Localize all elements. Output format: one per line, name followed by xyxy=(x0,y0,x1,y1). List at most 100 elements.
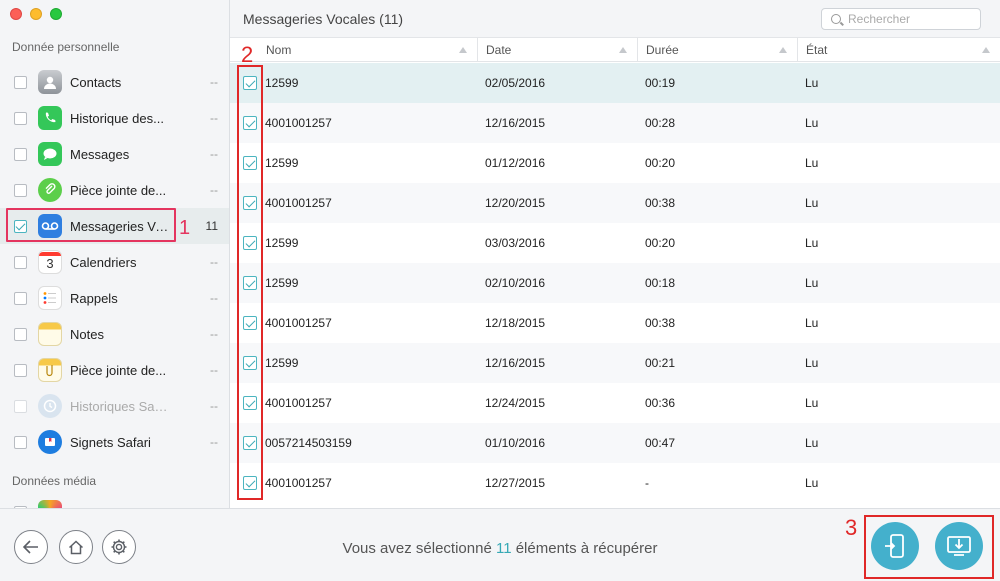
sidebar-item-label: Pièce jointe de... xyxy=(70,182,167,198)
cell-date: 12/18/2015 xyxy=(485,316,546,330)
recover-to-device-button[interactable] xyxy=(871,522,919,570)
table-row[interactable]: 4001001257 12/18/2015 00:38 Lu xyxy=(230,303,1000,343)
table-row[interactable]: 0057214503159 01/10/2016 00:47 Lu xyxy=(230,423,1000,463)
sidebar-item-reminders[interactable]: Rappels -- xyxy=(0,280,229,316)
status-prefix: Vous avez sélectionné xyxy=(342,540,492,557)
column-label: Durée xyxy=(646,43,679,57)
column-label: Date xyxy=(486,43,512,57)
sort-arrow-icon xyxy=(982,47,990,53)
home-button[interactable] xyxy=(59,530,93,564)
column-header-date[interactable]: Date xyxy=(478,38,638,62)
annotation-number-1: 1 xyxy=(179,217,191,239)
cell-nom: 12599 xyxy=(265,236,299,250)
section-title-personal: Donnée personnelle xyxy=(12,40,120,54)
table-row[interactable]: 4001001257 12/20/2015 00:38 Lu xyxy=(230,183,1000,223)
settings-button[interactable] xyxy=(102,530,136,564)
photos-icon xyxy=(38,500,62,508)
checkbox[interactable] xyxy=(14,255,27,269)
minimize-window-button[interactable] xyxy=(30,8,42,20)
cell-etat: Lu xyxy=(805,76,819,90)
sidebar-item-count: -- xyxy=(210,327,218,341)
sidebar-item-call-history[interactable]: Historique des... -- xyxy=(0,100,229,136)
checkbox[interactable] xyxy=(14,75,27,89)
window-title: Messageries Vocales (11) xyxy=(243,11,404,27)
back-button[interactable] xyxy=(14,530,48,564)
status-suffix: éléments à récupérer xyxy=(515,540,658,557)
table-row[interactable]: 12599 02/10/2016 00:18 Lu xyxy=(230,263,1000,303)
sidebar-item-messages[interactable]: Messages -- xyxy=(0,136,229,172)
cell-date: 12/16/2015 xyxy=(485,356,546,370)
sidebar-item-safari-bookmarks[interactable]: Signets Safari -- xyxy=(0,424,229,460)
sidebar-item-label: Contacts xyxy=(70,74,122,90)
recover-to-computer-icon xyxy=(947,536,971,556)
cell-duree: 00:20 xyxy=(645,236,676,250)
cell-nom: 12599 xyxy=(265,76,299,90)
table-row[interactable]: 4001001257 12/24/2015 00:36 Lu xyxy=(230,383,1000,423)
cell-date: 02/05/2016 xyxy=(485,76,546,90)
cell-nom: 0057214503159 xyxy=(265,436,352,450)
search-icon xyxy=(831,14,841,24)
cell-nom: 4001001257 xyxy=(265,316,332,330)
notes-icon xyxy=(38,322,62,346)
cell-etat: Lu xyxy=(805,236,819,250)
table-row[interactable]: 12599 02/05/2016 00:19 Lu xyxy=(230,63,1000,103)
table-header: Nom Date Durée État xyxy=(230,38,1000,62)
checkbox[interactable] xyxy=(14,147,27,161)
back-arrow-icon xyxy=(23,540,38,554)
checkbox[interactable] xyxy=(14,183,27,197)
checkbox[interactable] xyxy=(14,291,27,305)
table-row[interactable]: 12599 03/03/2016 00:20 Lu xyxy=(230,223,1000,263)
cell-duree: 00:28 xyxy=(645,116,676,130)
checkbox[interactable] xyxy=(14,111,27,125)
cell-date: 12/24/2015 xyxy=(485,396,546,410)
annotation-number-2: 2 xyxy=(241,42,254,67)
annotation-box-2 xyxy=(237,65,263,500)
search-field[interactable]: Rechercher xyxy=(821,8,981,30)
sidebar-item-notes-attachments[interactable]: Pièce jointe de... -- xyxy=(0,352,229,388)
cell-date: 12/20/2015 xyxy=(485,196,546,210)
cell-nom: 12599 xyxy=(265,156,299,170)
annotation-box-1 xyxy=(6,208,176,242)
cell-nom: 12599 xyxy=(265,276,299,290)
checkbox[interactable] xyxy=(14,363,27,377)
attachment-icon xyxy=(38,178,62,202)
sidebar-item-label: Pièce jointe de... xyxy=(70,362,167,378)
sidebar-item-notes[interactable]: Notes -- xyxy=(0,316,229,352)
recover-to-computer-button[interactable] xyxy=(935,522,983,570)
column-header-duree[interactable]: Durée xyxy=(638,38,798,62)
cell-date: 01/12/2016 xyxy=(485,156,546,170)
sidebar-item-count: -- xyxy=(210,363,218,377)
cell-duree: 00:21 xyxy=(645,356,676,370)
table-row[interactable]: 12599 12/16/2015 00:21 Lu xyxy=(230,343,1000,383)
status-count: 11 xyxy=(495,540,512,557)
cell-duree: 00:38 xyxy=(645,316,676,330)
cell-etat: Lu xyxy=(805,116,819,130)
table-row[interactable]: 4001001257 12/16/2015 00:28 Lu xyxy=(230,103,1000,143)
sidebar-item-label: Rappels xyxy=(70,290,118,306)
sidebar-item-calendars[interactable]: 3 Calendriers -- xyxy=(0,244,229,280)
cell-duree: - xyxy=(645,476,649,490)
sort-arrow-icon xyxy=(779,47,787,53)
sidebar-item-photos[interactable] xyxy=(0,494,229,508)
column-header-nom[interactable]: Nom xyxy=(258,38,478,62)
checkbox[interactable] xyxy=(14,399,27,413)
sidebar-item-label: Historiques Safari xyxy=(70,398,170,414)
sidebar-item-safari-history[interactable]: Historiques Safari -- xyxy=(0,388,229,424)
sidebar-item-contacts[interactable]: Contacts -- xyxy=(0,64,229,100)
section-title-media: Données média xyxy=(12,474,97,488)
sidebar-item-message-attachments[interactable]: Pièce jointe de... -- xyxy=(0,172,229,208)
column-header-etat[interactable]: État xyxy=(798,38,1000,62)
cell-date: 03/03/2016 xyxy=(485,236,546,250)
checkbox[interactable] xyxy=(14,435,27,449)
table-row[interactable]: 4001001257 12/27/2015 - Lu xyxy=(230,463,1000,503)
messages-icon xyxy=(38,142,62,166)
reminders-icon xyxy=(38,286,62,310)
sidebar-item-count: -- xyxy=(210,399,218,413)
maximize-window-button[interactable] xyxy=(50,8,62,20)
checkbox[interactable] xyxy=(14,327,27,341)
column-label: État xyxy=(806,43,828,57)
close-window-button[interactable] xyxy=(10,8,22,20)
cell-nom: 4001001257 xyxy=(265,196,332,210)
cell-etat: Lu xyxy=(805,436,819,450)
table-row[interactable]: 12599 01/12/2016 00:20 Lu xyxy=(230,143,1000,183)
